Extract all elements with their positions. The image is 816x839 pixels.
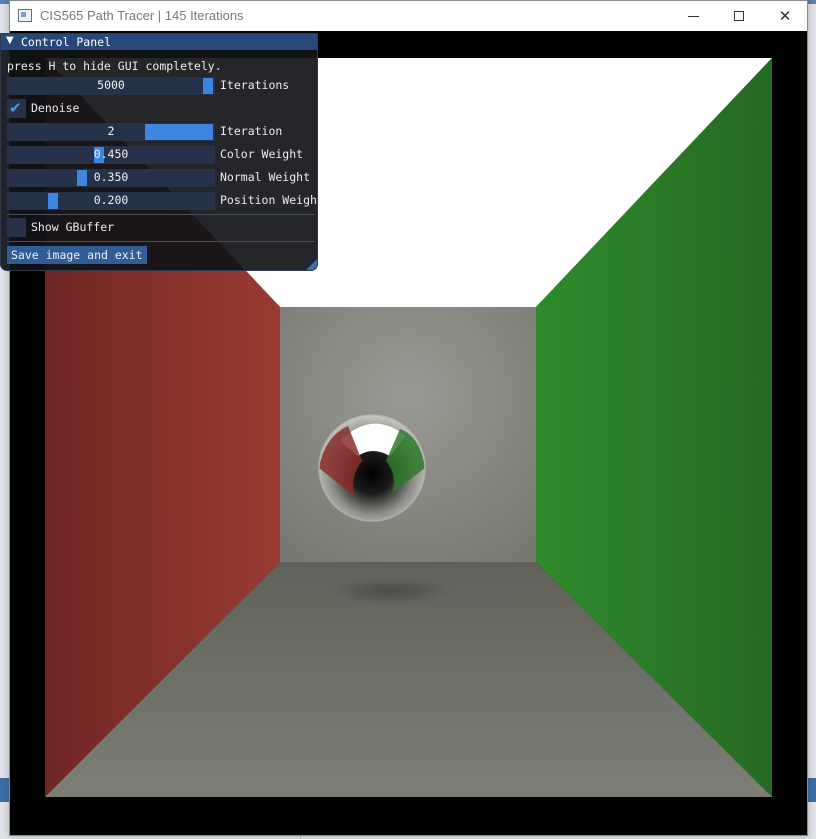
- control-panel-titlebar[interactable]: ▼ Control Panel: [1, 34, 317, 50]
- control-panel-title: Control Panel: [21, 35, 112, 49]
- separator: [7, 241, 315, 242]
- hide-gui-hint: press H to hide GUI completely.: [7, 59, 222, 73]
- collapse-triangle-icon[interactable]: ▼: [6, 35, 14, 46]
- position-weight-slider[interactable]: 0.200: [7, 192, 215, 210]
- normal-weight-value: 0.350: [93, 170, 129, 184]
- check-icon: ✔: [9, 99, 22, 117]
- separator: [7, 214, 315, 215]
- denoise-iteration-value: 2: [107, 124, 115, 138]
- position-weight-value: 0.200: [93, 193, 129, 207]
- window-title: CIS565 Path Tracer | 145 Iterations: [40, 8, 244, 23]
- show-gbuffer-label: Show GBuffer: [31, 220, 115, 234]
- color-weight-label: Color Weight: [220, 147, 304, 161]
- close-icon: ✕: [778, 7, 792, 25]
- iterations-label: Iterations: [220, 78, 290, 92]
- panel-resize-grip[interactable]: [306, 259, 317, 270]
- save-image-and-exit-button[interactable]: Save image and exit: [7, 246, 147, 264]
- maximize-button[interactable]: [716, 1, 762, 31]
- control-panel: ▼ Control Panel press H to hide GUI comp…: [0, 33, 318, 271]
- mirror-sphere: [318, 414, 426, 522]
- minimize-icon: [687, 15, 699, 17]
- iterations-value: 5000: [97, 78, 125, 92]
- denoise-checkbox[interactable]: ✔: [7, 99, 26, 118]
- denoise-label: Denoise: [31, 101, 80, 115]
- normal-weight-slider[interactable]: 0.350: [7, 169, 215, 187]
- app-icon: [18, 9, 32, 22]
- normal-weight-label: Normal Weight: [220, 170, 311, 184]
- sphere-shadow: [330, 577, 450, 605]
- iterations-slider[interactable]: 5000: [7, 77, 215, 95]
- close-button[interactable]: ✕: [762, 1, 808, 31]
- color-weight-slider[interactable]: 0.450: [7, 146, 215, 164]
- maximize-icon: [734, 11, 744, 21]
- position-weight-label: Position Weigh: [220, 193, 317, 207]
- denoise-iteration-label: Iteration: [220, 124, 283, 138]
- denoise-iteration-slider[interactable]: 2: [7, 123, 215, 141]
- color-weight-value: 0.450: [93, 147, 129, 161]
- title-bar[interactable]: CIS565 Path Tracer | 145 Iterations ✕: [10, 1, 807, 31]
- minimize-button[interactable]: [670, 1, 716, 31]
- show-gbuffer-checkbox[interactable]: [7, 218, 26, 237]
